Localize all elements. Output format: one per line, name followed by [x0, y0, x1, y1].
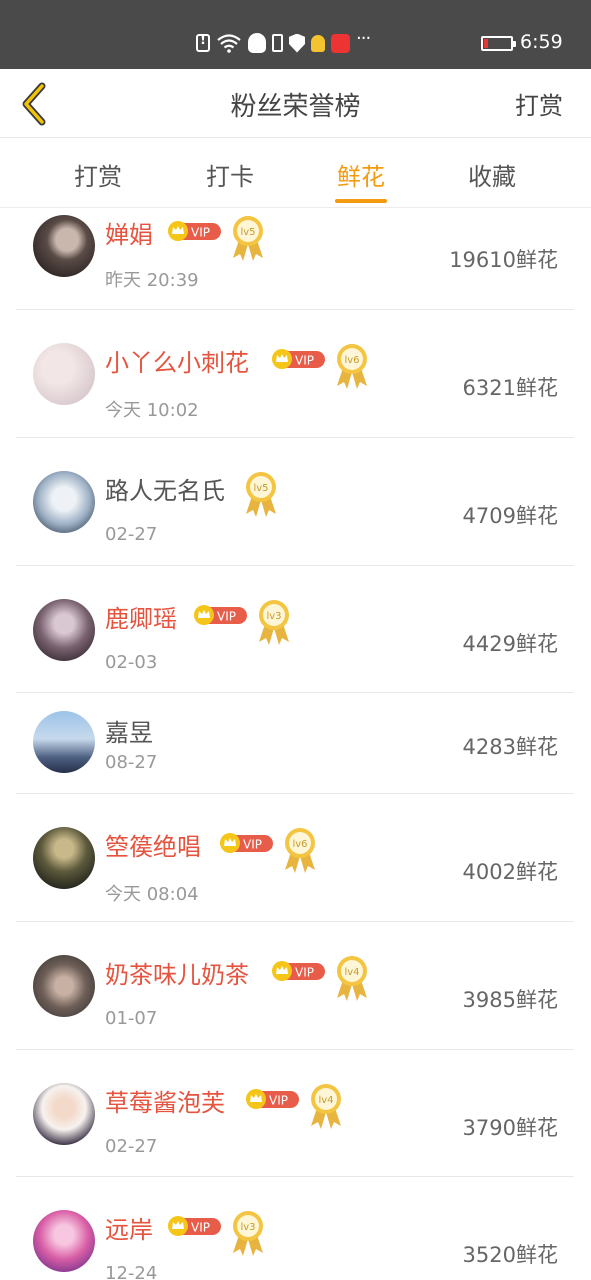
list-item[interactable]: 奶茶味儿奶茶 VIP lv4 01-07 3985鲜花 — [16, 922, 574, 1050]
tab-checkin[interactable]: 打卡 — [190, 157, 270, 192]
wifi-icon — [216, 33, 242, 53]
vip-text: VIP — [191, 1221, 210, 1235]
status-bar: ··· 6:59 — [0, 0, 591, 69]
nav-header: 粉丝荣誉榜 打赏 — [0, 69, 591, 138]
shield-icon — [289, 33, 305, 53]
tab-favorites[interactable]: 收藏 — [452, 157, 532, 192]
avatar — [33, 471, 95, 533]
avatar — [33, 711, 95, 773]
level-label: lv5 — [240, 227, 255, 238]
vip-text: VIP — [295, 354, 314, 368]
fan-time: 12-24 — [105, 1263, 158, 1280]
tab-bar: 打赏 打卡 鲜花 收藏 — [0, 139, 591, 208]
level-medal-icon: lv4 — [337, 956, 367, 1001]
level-medal-icon: lv6 — [285, 828, 315, 873]
vip-text: VIP — [295, 966, 314, 980]
avatar — [33, 599, 95, 661]
fan-time: 今天 10:02 — [105, 400, 199, 421]
level-medal-icon: lv3 — [259, 600, 289, 645]
fan-name: 草莓酱泡芙 — [105, 1089, 225, 1117]
flower-count: 19610鲜花 — [449, 248, 558, 272]
list-item[interactable]: 草莓酱泡芙 VIP lv4 02-27 3790鲜花 — [16, 1050, 574, 1177]
level-medal-icon: lv3 — [233, 1211, 263, 1256]
fan-name: 路人无名氏 — [105, 477, 225, 505]
flower-count: 4283鲜花 — [462, 735, 558, 759]
avatar — [33, 1083, 95, 1145]
list-item[interactable]: 婵娟 VIP lv5 昨天 20:39 19610鲜花 — [16, 208, 574, 310]
avatar — [33, 955, 95, 1017]
fan-name: 箜篌绝唱 — [105, 833, 201, 861]
fan-name: 奶茶味儿奶茶 — [105, 961, 249, 989]
avatar — [33, 343, 95, 405]
status-time: 6:59 — [520, 31, 563, 53]
fan-time: 02-27 — [105, 1136, 158, 1157]
active-tab-indicator — [335, 199, 387, 203]
avatar — [33, 1210, 95, 1272]
fan-time: 今天 08:04 — [105, 884, 199, 905]
fan-name: 婵娟 — [105, 221, 153, 249]
list-item[interactable]: 鹿卿瑶 VIP lv3 02-03 4429鲜花 — [16, 566, 574, 693]
avatar — [33, 827, 95, 889]
flower-count: 3790鲜花 — [462, 1116, 558, 1140]
reward-button[interactable]: 打赏 — [515, 86, 563, 121]
app-icon — [331, 33, 350, 53]
phone-icon — [272, 34, 283, 52]
status-icons: ··· — [196, 30, 372, 56]
list-item[interactable]: 嘉昱 08-27 4283鲜花 — [16, 693, 574, 794]
tab-flowers[interactable]: 鲜花 — [321, 157, 401, 192]
flower-count: 4429鲜花 — [462, 632, 558, 656]
vip-text: VIP — [243, 838, 262, 852]
level-medal-icon: lv5 — [233, 216, 263, 261]
flower-count: 4709鲜花 — [462, 504, 558, 528]
level-medal-icon: lv6 — [337, 344, 367, 389]
fan-name: 远岸 — [105, 1216, 153, 1244]
vip-badge: VIP — [246, 1089, 299, 1109]
fan-time: 08-27 — [105, 752, 158, 773]
flower-count: 3520鲜花 — [462, 1243, 558, 1267]
level-label: lv3 — [266, 611, 281, 622]
vip-text: VIP — [269, 1094, 288, 1108]
fan-name: 小丫么小刺花 — [105, 349, 249, 377]
level-label: lv4 — [344, 967, 359, 978]
avatar — [33, 215, 95, 277]
vip-badge: VIP — [272, 349, 325, 369]
tab-reward[interactable]: 打赏 — [58, 157, 138, 192]
qq-icon — [248, 33, 266, 53]
vip-badge: VIP — [168, 1216, 221, 1236]
bulb-icon — [311, 34, 325, 52]
level-label: lv6 — [344, 355, 359, 366]
page-title: 粉丝荣誉榜 — [230, 92, 361, 122]
flower-count: 3985鲜花 — [462, 988, 558, 1012]
fan-name: 嘉昱 — [105, 719, 153, 747]
vip-badge: VIP — [272, 961, 325, 981]
flower-count: 4002鲜花 — [462, 860, 558, 884]
list-item[interactable]: 小丫么小刺花 VIP lv6 今天 10:02 6321鲜花 — [16, 310, 574, 438]
more-icon: ··· — [356, 28, 371, 49]
vip-badge: VIP — [168, 221, 221, 241]
level-label: lv5 — [253, 483, 268, 494]
flower-count: 6321鲜花 — [462, 376, 558, 400]
battery-icon — [481, 36, 516, 51]
vip-badge: VIP — [220, 833, 273, 853]
level-label: lv4 — [318, 1095, 333, 1106]
level-medal-icon: lv4 — [311, 1084, 341, 1129]
level-label: lv3 — [240, 1222, 255, 1233]
level-label: lv6 — [292, 839, 307, 850]
fan-ranking-list: 婵娟 VIP lv5 昨天 20:39 19610鲜花 小丫么小刺花 VIP l… — [0, 208, 591, 1280]
list-item[interactable]: 箜篌绝唱 VIP lv6 今天 08:04 4002鲜花 — [16, 794, 574, 922]
fan-name: 鹿卿瑶 — [105, 605, 177, 633]
sim-alert-icon — [196, 33, 210, 52]
list-item[interactable]: 路人无名氏 lv5 02-27 4709鲜花 — [16, 438, 574, 566]
list-item[interactable]: 远岸 VIP lv3 12-24 3520鲜花 — [16, 1177, 574, 1280]
fan-time: 02-03 — [105, 652, 158, 673]
vip-text: VIP — [191, 226, 210, 240]
vip-badge: VIP — [194, 605, 247, 625]
fan-time: 01-07 — [105, 1008, 158, 1029]
fan-time: 昨天 20:39 — [105, 270, 199, 291]
fan-time: 02-27 — [105, 524, 158, 545]
level-medal-icon: lv5 — [246, 472, 276, 517]
vip-text: VIP — [217, 610, 236, 624]
